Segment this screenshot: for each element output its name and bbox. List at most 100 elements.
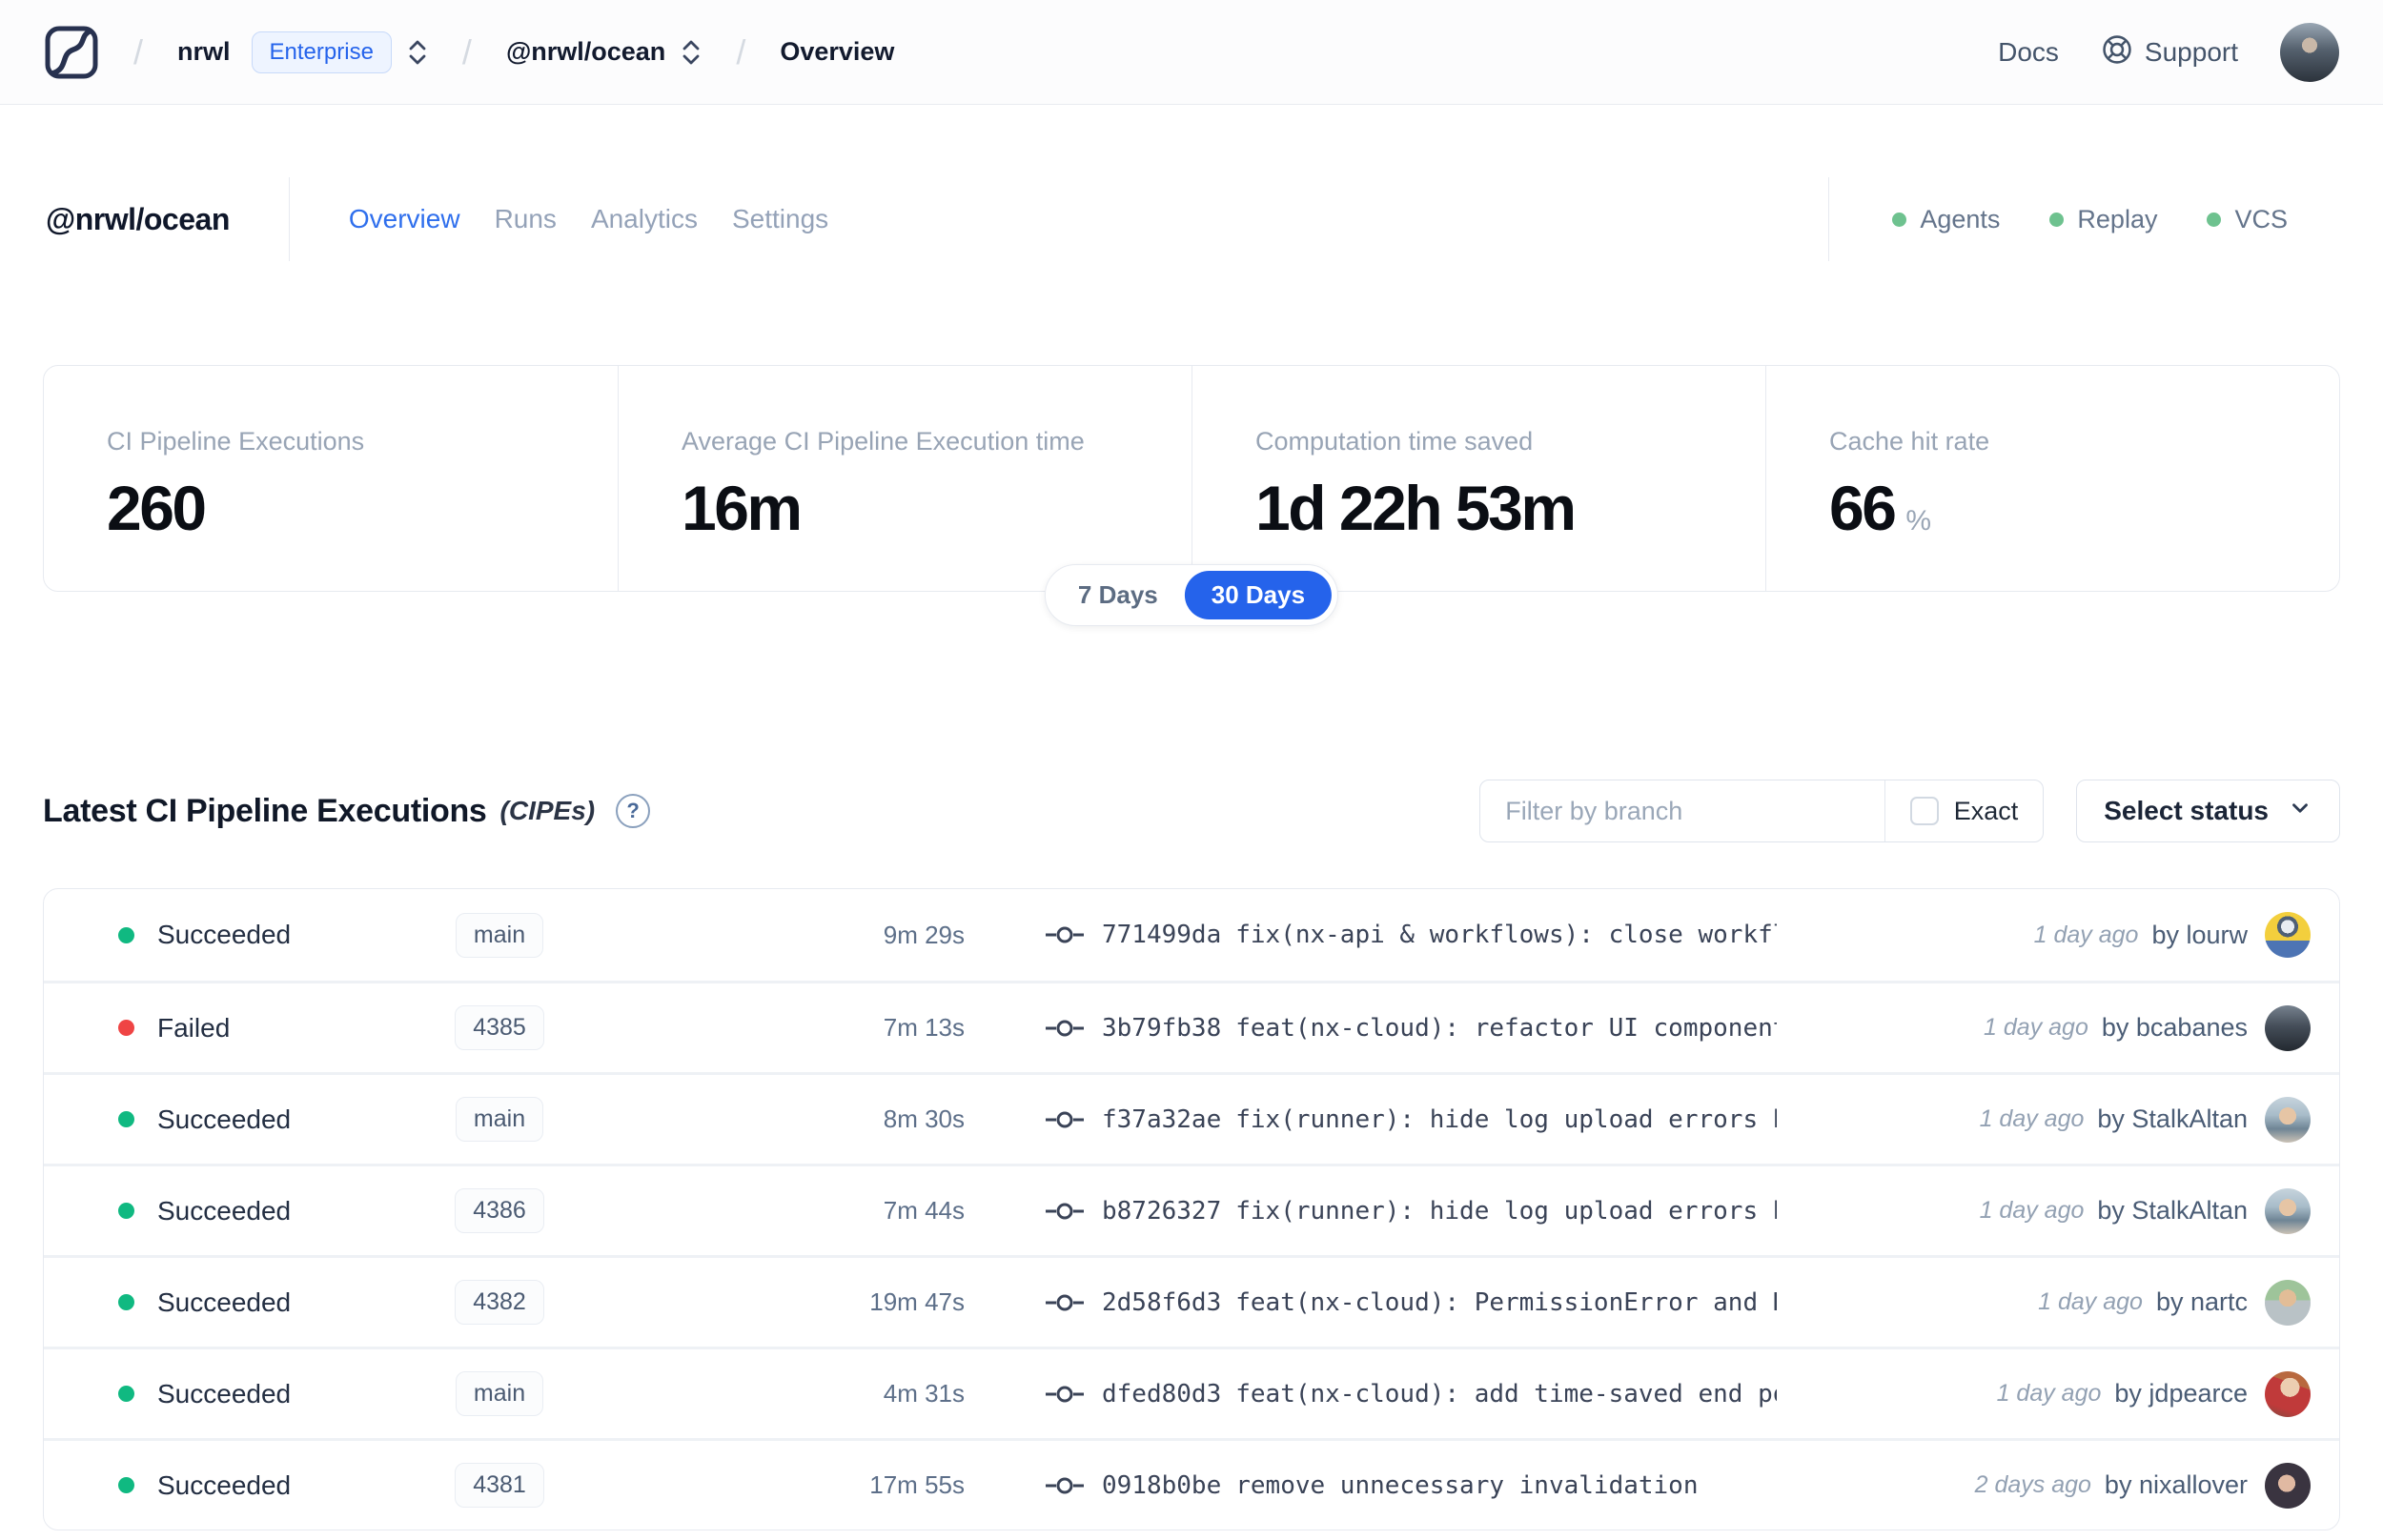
time-ago: 1 day ago xyxy=(1979,1197,2085,1224)
time-ago: 2 days ago xyxy=(1974,1471,2091,1498)
status-dot xyxy=(118,1386,134,1402)
status-label: Succeeded xyxy=(157,920,292,949)
status-agents-label: Agents xyxy=(1920,204,2001,233)
commit-message: fix(runner): hide log upload errors b… xyxy=(1235,1196,1777,1226)
author-avatar[interactable] xyxy=(2265,912,2311,958)
stat-label: Computation time saved xyxy=(1255,427,1534,456)
git-commit-icon xyxy=(1045,1473,1085,1498)
commit-hash[interactable]: f37a32ae xyxy=(1102,1105,1221,1134)
support-link[interactable]: Support xyxy=(2101,33,2238,71)
breadcrumb-separator: / xyxy=(133,31,144,71)
author-avatar[interactable] xyxy=(2265,1096,2311,1143)
author-avatar[interactable] xyxy=(2265,1370,2311,1417)
status-dot xyxy=(118,1294,134,1310)
commit-hash[interactable]: 0918b0be xyxy=(1102,1471,1221,1500)
cipe-section-title: Latest CI Pipeline Executions xyxy=(43,792,487,829)
status-select-dropdown[interactable]: Select status xyxy=(2076,780,2340,842)
cipe-row[interactable]: Succeeded 4382 19m 47s 2d58f6d3 feat(nx-… xyxy=(44,1255,2339,1347)
author-avatar[interactable] xyxy=(2265,1462,2311,1509)
nx-cloud-logo-icon[interactable] xyxy=(44,25,99,80)
toggle-30-days-button[interactable]: 30 Days xyxy=(1184,571,1333,619)
help-icon[interactable]: ? xyxy=(616,794,651,828)
branch-badge[interactable]: 4385 xyxy=(455,1005,544,1050)
branch-badge[interactable]: main xyxy=(455,912,544,958)
status-dot xyxy=(118,926,134,943)
commit-hash[interactable]: dfed80d3 xyxy=(1102,1380,1221,1408)
cipe-section-title-suffix: (CIPEs) xyxy=(499,796,596,825)
branch-badge[interactable]: 4381 xyxy=(455,1463,544,1508)
author-avatar[interactable] xyxy=(2265,1004,2311,1051)
commit-hash[interactable]: b8726327 xyxy=(1102,1197,1221,1226)
green-dot-icon xyxy=(2049,212,2065,227)
duration: 19m 47s xyxy=(869,1287,965,1316)
cipe-row[interactable]: Succeeded main 8m 30s f37a32ae fix(runne… xyxy=(44,1072,2339,1164)
stat-value: 66 xyxy=(1829,473,1897,543)
breadcrumb-org[interactable]: nrwl Enterprise xyxy=(177,30,428,73)
cipe-list-header: Latest CI Pipeline Executions (CIPEs) ? … xyxy=(43,773,2340,849)
cipe-row[interactable]: Succeeded 4386 7m 44s b8726327 fix(runne… xyxy=(44,1164,2339,1255)
author: by StalkAltan xyxy=(2097,1104,2248,1133)
duration: 7m 44s xyxy=(883,1196,965,1225)
cipe-list-controls: Exact Select status xyxy=(1479,780,2340,842)
git-commit-icon xyxy=(1045,1290,1085,1315)
nx-cloud-overview-page: { "topbar": { "separator": "/", "org": "… xyxy=(0,0,2383,1540)
tab-overview[interactable]: Overview xyxy=(349,204,460,234)
workspace-tabs: Overview Runs Analytics Settings xyxy=(349,204,828,234)
branch-badge[interactable]: 4386 xyxy=(455,1188,544,1233)
branch-filter-group: Exact xyxy=(1479,780,2045,842)
status-vcs-label: VCS xyxy=(2234,204,2288,233)
breadcrumb-workspace[interactable]: @nrwl/ocean xyxy=(506,36,702,69)
author-avatar[interactable] xyxy=(2265,1187,2311,1234)
status-dot xyxy=(118,1477,134,1493)
org-switcher-chevrons-icon[interactable] xyxy=(407,36,428,69)
status-label: Succeeded xyxy=(157,1287,292,1317)
commit-hash[interactable]: 2d58f6d3 xyxy=(1102,1288,1221,1317)
duration: 8m 30s xyxy=(883,1104,965,1133)
stat-label: Cache hit rate xyxy=(1829,427,1990,456)
toggle-7-days-button[interactable]: 7 Days xyxy=(1051,571,1185,619)
author-avatar[interactable] xyxy=(2265,1279,2311,1326)
stat-value: 16m xyxy=(682,473,803,543)
commit-message: feat(nx-cloud): add time-saved end po… xyxy=(1235,1379,1777,1408)
status-dot xyxy=(118,1111,134,1127)
cipe-row[interactable]: Succeeded main 9m 29s 771499da fix(nx-ap… xyxy=(44,889,2339,981)
tab-runs[interactable]: Runs xyxy=(495,204,557,234)
stat-value: 260 xyxy=(107,473,207,543)
breadcrumb: / nrwl Enterprise / @nrwl/ocean / Overvi… xyxy=(44,25,894,80)
branch-badge[interactable]: main xyxy=(455,1371,544,1416)
green-dot-icon xyxy=(2207,212,2222,227)
tab-analytics[interactable]: Analytics xyxy=(591,204,698,234)
status-dot xyxy=(118,1203,134,1219)
user-avatar[interactable] xyxy=(2280,22,2339,82)
status-replay[interactable]: Replay xyxy=(2049,205,2157,234)
commit-message: fix(runner): hide log upload errors b… xyxy=(1235,1104,1777,1134)
topbar-actions: Docs Support xyxy=(1998,22,2339,82)
exact-match-toggle[interactable]: Exact xyxy=(1884,780,2044,841)
status-select-label: Select status xyxy=(2104,796,2269,825)
exact-checkbox[interactable] xyxy=(1909,797,1939,825)
status-vcs[interactable]: VCS xyxy=(2207,205,2288,234)
branch-badge[interactable]: 4382 xyxy=(455,1280,544,1325)
branch-badge[interactable]: main xyxy=(455,1097,544,1142)
stat-average-execution-time: Average CI Pipeline Execution time 16m xyxy=(618,366,1192,591)
commit-message: feat(nx-cloud): refactor UI component… xyxy=(1235,1013,1777,1043)
status-agents[interactable]: Agents xyxy=(1892,205,2000,234)
status-label: Succeeded xyxy=(157,1378,292,1408)
commit-hash[interactable]: 771499da xyxy=(1102,921,1221,949)
author: by lourw xyxy=(2151,920,2248,949)
workspace-switcher-chevrons-icon[interactable] xyxy=(681,36,702,69)
breadcrumb-separator: / xyxy=(736,31,746,71)
cipe-row[interactable]: Succeeded main 4m 31s dfed80d3 feat(nx-c… xyxy=(44,1347,2339,1438)
commit-hash[interactable]: 3b79fb38 xyxy=(1102,1014,1221,1043)
stat-cards: CI Pipeline Executions 260 Average CI Pi… xyxy=(43,365,2340,592)
branch-filter-input[interactable] xyxy=(1480,780,1884,841)
author: by bcabanes xyxy=(2101,1013,2248,1042)
header-divider xyxy=(288,177,290,261)
tab-settings[interactable]: Settings xyxy=(732,204,828,234)
git-commit-icon xyxy=(1045,922,1085,947)
docs-link[interactable]: Docs xyxy=(1998,37,2059,68)
cipe-row[interactable]: Succeeded 4381 17m 55s 0918b0be remove u… xyxy=(44,1438,2339,1530)
cipe-row[interactable]: Failed 4385 7m 13s 3b79fb38 feat(nx-clou… xyxy=(44,981,2339,1072)
stat-value: 1d 22h 53m xyxy=(1255,473,1577,543)
time-ago: 1 day ago xyxy=(1979,1105,2085,1132)
